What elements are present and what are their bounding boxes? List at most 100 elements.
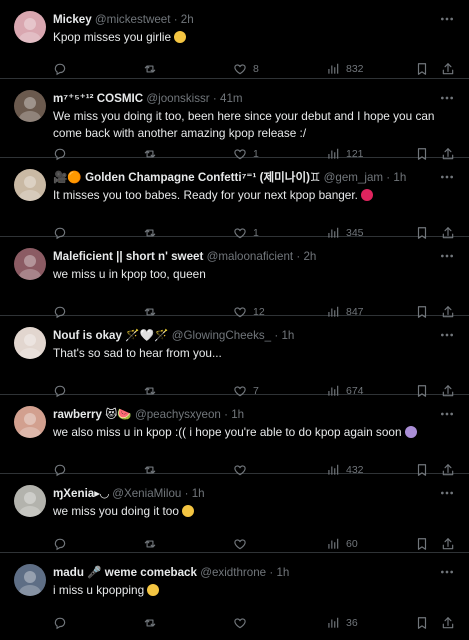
user-handle[interactable]: @maloonaficient bbox=[207, 250, 294, 263]
user-handle[interactable]: @mickestweet bbox=[95, 13, 171, 26]
purple-heart-emoji bbox=[404, 426, 417, 438]
avatar[interactable] bbox=[14, 248, 46, 280]
like-button[interactable]: 8 bbox=[233, 61, 259, 77]
views-button[interactable]: 832 bbox=[326, 61, 364, 77]
share-button[interactable] bbox=[441, 61, 455, 77]
tweet-text: we miss you doing it too bbox=[53, 503, 451, 520]
retweet-icon bbox=[144, 65, 156, 73]
retweet-button[interactable] bbox=[143, 61, 163, 77]
more-icon[interactable] bbox=[439, 248, 455, 264]
tweet-text-content: we miss u in kpop too, queen bbox=[53, 267, 206, 281]
more-icon[interactable] bbox=[439, 564, 455, 580]
display-name[interactable]: Mickey bbox=[53, 13, 92, 26]
tweet[interactable]: Maleficient || short n' sweet @maloonafi… bbox=[0, 237, 469, 319]
separator-dot: · bbox=[184, 487, 192, 500]
tweet-text: We miss you doing it too, been here sinc… bbox=[53, 108, 451, 142]
pleading-face-emoji bbox=[174, 31, 187, 43]
tweet[interactable]: madu 🎤 weme comeback @exidthrone · 1h i … bbox=[0, 553, 469, 630]
tweet-header: Mickey @mickestweet · 2h bbox=[53, 12, 421, 28]
like-button[interactable] bbox=[233, 536, 253, 552]
more-icon[interactable] bbox=[439, 90, 455, 106]
tweet-header: madu 🎤 weme comeback @exidthrone · 1h bbox=[53, 565, 421, 581]
timestamp[interactable]: 2h bbox=[303, 250, 316, 263]
avatar[interactable] bbox=[14, 406, 46, 438]
user-handle[interactable]: @XeniaMilou bbox=[112, 487, 181, 500]
timestamp[interactable]: 1h bbox=[276, 566, 289, 579]
bookmark-button[interactable] bbox=[415, 536, 429, 552]
user-handle[interactable]: @peachysxyeon bbox=[135, 408, 221, 421]
tweet-text: we also miss u in kpop :(( i hope you're… bbox=[53, 424, 451, 441]
like-count: 8 bbox=[253, 63, 259, 75]
display-name[interactable]: ɱXenia▸◡ bbox=[53, 487, 109, 500]
tweet-text-content: That's so sad to hear from you... bbox=[53, 346, 222, 360]
retweet-button[interactable] bbox=[143, 615, 163, 631]
bookmark-icon bbox=[417, 63, 427, 75]
views-button[interactable]: 60 bbox=[326, 536, 358, 552]
tweet-text-content: i miss u kpopping bbox=[53, 583, 145, 597]
crying-face-emoji bbox=[181, 505, 194, 517]
tweet-text-content: We miss you doing it too, been here sinc… bbox=[53, 109, 435, 140]
display-name[interactable]: rawberry 😻🍉 bbox=[53, 408, 132, 421]
tweet-header: ɱXenia▸◡ @XeniaMilou · 1h bbox=[53, 486, 421, 502]
timestamp[interactable]: 1h bbox=[281, 329, 294, 342]
avatar[interactable] bbox=[14, 90, 46, 122]
tweet-text: we miss u in kpop too, queen bbox=[53, 266, 451, 283]
more-icon[interactable] bbox=[439, 327, 455, 343]
user-handle[interactable]: @gem_jam bbox=[324, 171, 383, 184]
share-icon bbox=[442, 538, 454, 550]
tweet[interactable]: rawberry 😻🍉 @peachysxyeon · 1h we also m… bbox=[0, 395, 469, 477]
reply-icon bbox=[54, 538, 66, 551]
bookmark-button[interactable] bbox=[415, 61, 429, 77]
timestamp[interactable]: 41m bbox=[220, 92, 243, 105]
display-name[interactable]: Maleficient || short n' sweet bbox=[53, 250, 203, 263]
like-icon bbox=[234, 64, 246, 75]
user-handle[interactable]: @GlowingCheeks_ bbox=[172, 329, 271, 342]
tweet-text: It misses you too babes. Ready for your … bbox=[53, 187, 451, 204]
tweet[interactable]: 🎥🟠 Golden Champagne Confetti⁷⁼¹ (제미나이)♊ … bbox=[0, 158, 469, 240]
tweet-header: m⁷⁺⁵⁺¹² COSMIC @joonskissr · 41m bbox=[53, 91, 421, 107]
reply-button[interactable] bbox=[53, 615, 73, 631]
reply-button[interactable] bbox=[53, 536, 73, 552]
tweet-actions: 36 bbox=[53, 615, 455, 631]
like-button[interactable] bbox=[233, 615, 253, 631]
tweet-header: 🎥🟠 Golden Champagne Confetti⁷⁼¹ (제미나이)♊ … bbox=[53, 170, 421, 186]
display-name[interactable]: Nouf is okay 🪄🤍🪄 bbox=[53, 329, 168, 342]
more-icon[interactable] bbox=[439, 169, 455, 185]
avatar[interactable] bbox=[14, 564, 46, 596]
bookmark-button[interactable] bbox=[415, 615, 429, 631]
user-handle[interactable]: @joonskissr bbox=[146, 92, 209, 105]
timestamp[interactable]: 1h bbox=[192, 487, 205, 500]
tweet-text-content: Kpop misses you girlie bbox=[53, 30, 172, 44]
more-icon[interactable] bbox=[439, 406, 455, 422]
avatar[interactable] bbox=[14, 11, 46, 43]
avatar[interactable] bbox=[14, 485, 46, 517]
views-button[interactable]: 36 bbox=[326, 615, 358, 631]
share-icon bbox=[442, 617, 454, 629]
timestamp[interactable]: 2h bbox=[181, 13, 194, 26]
retweet-icon bbox=[144, 619, 156, 627]
tweet-text-content: It misses you too babes. Ready for your … bbox=[53, 188, 358, 202]
display-name[interactable]: madu 🎤 weme comeback bbox=[53, 566, 197, 579]
share-button[interactable] bbox=[441, 615, 455, 631]
share-button[interactable] bbox=[441, 536, 455, 552]
more-icon[interactable] bbox=[439, 485, 455, 501]
user-handle[interactable]: @exidthrone bbox=[200, 566, 266, 579]
display-name[interactable]: 🎥🟠 Golden Champagne Confetti⁷⁼¹ (제미나이)♊ bbox=[53, 171, 320, 184]
more-icon[interactable] bbox=[439, 11, 455, 27]
relieved-face-emoji bbox=[147, 584, 160, 596]
display-name[interactable]: m⁷⁺⁵⁺¹² COSMIC bbox=[53, 92, 143, 105]
tweet[interactable]: m⁷⁺⁵⁺¹² COSMIC @joonskissr · 41m We miss… bbox=[0, 79, 469, 161]
avatar[interactable] bbox=[14, 327, 46, 359]
tweet-header: Nouf is okay 🪄🤍🪄 @GlowingCheeks_ · 1h bbox=[53, 328, 421, 344]
reply-icon bbox=[54, 63, 66, 76]
share-icon bbox=[442, 63, 454, 75]
retweet-button[interactable] bbox=[143, 536, 163, 552]
avatar[interactable] bbox=[14, 169, 46, 201]
timestamp[interactable]: 1h bbox=[231, 408, 244, 421]
timestamp[interactable]: 1h bbox=[393, 171, 406, 184]
tweet[interactable]: Nouf is okay 🪄🤍🪄 @GlowingCheeks_ · 1h Th… bbox=[0, 316, 469, 398]
reply-button[interactable] bbox=[53, 61, 73, 77]
tweet[interactable]: ɱXenia▸◡ @XeniaMilou · 1h we miss you do… bbox=[0, 474, 469, 553]
views-icon bbox=[328, 538, 339, 549]
tweet[interactable]: Mickey @mickestweet · 2h Kpop misses you… bbox=[0, 0, 469, 79]
